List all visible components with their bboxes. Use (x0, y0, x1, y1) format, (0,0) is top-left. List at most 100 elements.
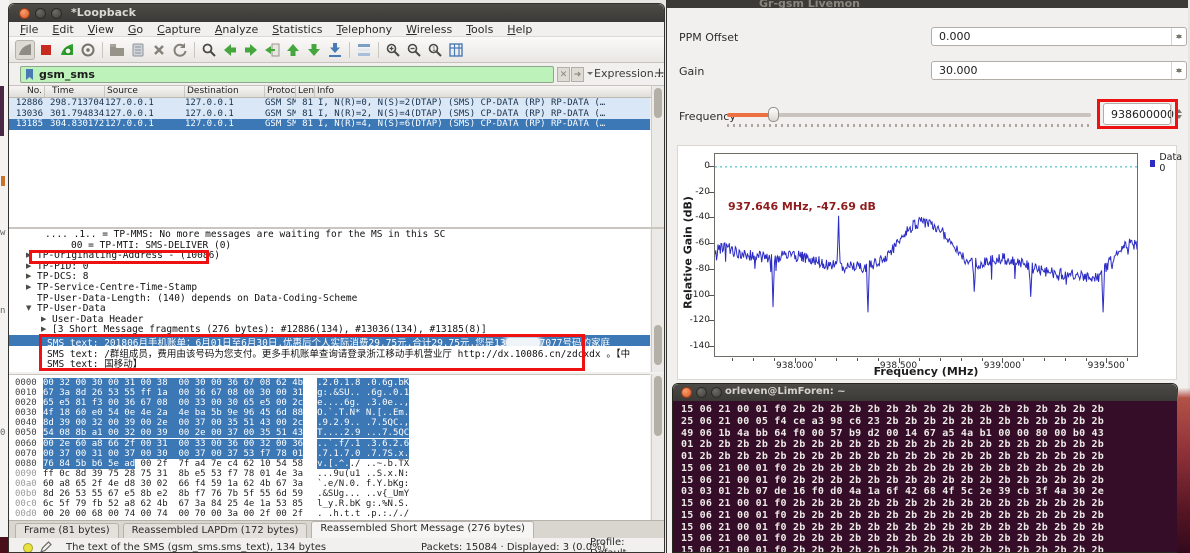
collapse-arrow-icon[interactable]: ▼ (26, 304, 31, 312)
details-scrollbar[interactable] (651, 229, 664, 372)
expert-info-icon[interactable] (23, 542, 33, 552)
hex-row[interactable]: 0070 00 37 00 31 00 37 00 30 00 37 00 37 … (9, 448, 650, 459)
menu-tools[interactable]: Tools (459, 23, 500, 36)
filter-add-button[interactable]: + (654, 66, 664, 81)
status-profile[interactable]: Profile: Default (590, 537, 664, 553)
maximize-button[interactable] (51, 8, 62, 19)
ppm-offset-spin-arrows[interactable] (1171, 28, 1186, 45)
filter-apply-button[interactable]: ➜ (571, 67, 584, 82)
filter-history-dropdown[interactable] (587, 72, 593, 78)
hex-row[interactable]: 00c0 6c 5f 79 fb 52 a8 62 4b 67 3a 84 25 … (9, 499, 650, 509)
byte-view-tab[interactable]: Reassembled LAPDm (172 bytes) (122, 523, 308, 538)
hex-row[interactable]: 0090 ff 0c 8d 39 75 28 75 31 8b e5 53 f7 … (9, 469, 650, 479)
capture-start-icon[interactable] (15, 39, 35, 60)
menu-capture[interactable]: Capture (150, 23, 208, 36)
expand-arrow-icon[interactable]: ▶ (26, 251, 31, 259)
menu-view[interactable]: View (81, 23, 121, 36)
menu-edit[interactable]: Edit (45, 23, 80, 36)
detail-row[interactable]: 00 = TP-MTI: SMS-DELIVER (0) (9, 240, 650, 251)
byte-view-tab[interactable]: Frame (81 bytes) (15, 523, 119, 538)
grgsm-titlebar[interactable]: Gr-gsm Livemon (667, 0, 1188, 8)
resize-columns-icon[interactable] (446, 40, 466, 60)
close-button[interactable] (19, 8, 30, 19)
forward-icon[interactable] (241, 40, 261, 60)
display-filter-input[interactable]: gsm_sms (20, 66, 554, 83)
capture-comment-icon[interactable] (39, 541, 52, 553)
menu-analyze[interactable]: Analyze (208, 23, 265, 36)
autoscroll-icon[interactable] (325, 40, 345, 60)
hex-row[interactable]: 0050 54 08 8b a1 00 32 00 39 00 2e 00 37 … (9, 428, 650, 439)
reload-icon[interactable] (170, 40, 190, 60)
save-file-icon[interactable] (128, 40, 148, 60)
menu-wireless[interactable]: Wireless (399, 23, 459, 36)
gain-spinbox[interactable]: 30.000 (931, 61, 1187, 80)
wireshark-titlebar[interactable]: *Loopback (9, 4, 664, 22)
last-packet-icon[interactable] (304, 40, 324, 60)
menu-file[interactable]: File (13, 23, 45, 36)
terminal-close-button[interactable] (681, 387, 692, 398)
detail-row[interactable]: .... .1.. = TP-MMS: No more messages are… (9, 229, 650, 240)
detail-row[interactable]: SMS text: 201806月手机账单：6月01日至6月30日,优惠后个人实… (9, 334, 650, 349)
hex-row[interactable]: 0080 76 84 5b b6 5e ad 00 2f 7f a4 7e c4 … (9, 458, 650, 469)
column-header-dst[interactable]: Destination (185, 86, 265, 97)
hex-dump-pane[interactable]: 0000 00 32 00 30 00 31 00 38 00 30 00 36 … (9, 374, 650, 520)
terminal-minimize-button[interactable] (696, 387, 707, 398)
hex-row[interactable]: 0020 65 e5 81 f3 00 36 67 08 00 33 00 30 … (9, 398, 650, 409)
gain-spin-arrows[interactable] (1171, 62, 1186, 79)
menu-help[interactable]: Help (500, 23, 539, 36)
detail-row[interactable]: ▶ [3 Short Message fragments (276 bytes):… (9, 324, 650, 335)
packet-row[interactable]: 13036301.794834538127.0.0.1127.0.0.1GSM … (9, 108, 650, 120)
first-packet-icon[interactable] (283, 40, 303, 60)
plot-frame[interactable] (714, 153, 1138, 357)
filter-clear-button[interactable]: ✕ (557, 67, 570, 82)
frequency-slider-thumb[interactable] (768, 107, 779, 122)
frequency-spin-arrows[interactable] (1171, 103, 1185, 125)
capture-stop-icon[interactable] (36, 40, 56, 60)
detail-row[interactable]: SMS text: /群组成员，费用由该号码为您支付。更多手机账单查询请登录浙江… (9, 346, 650, 360)
close-file-icon[interactable] (149, 40, 169, 60)
menu-statistics[interactable]: Statistics (265, 23, 329, 36)
colorize-icon[interactable] (354, 40, 374, 60)
zoom-reset-icon[interactable]: 1 (425, 40, 445, 60)
ppm-offset-spinbox[interactable]: 0.000 (931, 27, 1187, 46)
byte-view-tab[interactable]: Reassembled Short Message (276 bytes) (311, 521, 534, 538)
hex-row[interactable]: 0010 67 3a 8d 26 53 55 ff 1a 00 36 67 08 … (9, 388, 650, 399)
hex-row[interactable]: 0040 8d 39 00 32 00 39 00 2e 00 37 00 35 … (9, 418, 650, 429)
frequency-slider[interactable] (727, 113, 1091, 117)
hex-row[interactable]: 00b0 8d 26 53 55 67 e5 8b e2 8b f7 76 7b … (9, 489, 650, 499)
menu-go[interactable]: Go (121, 23, 150, 36)
hex-row[interactable]: 0060 00 2e 60 a8 66 2f 00 31 00 33 00 36 … (9, 438, 650, 449)
detail-row[interactable]: ▶ TP-Service-Centre-Time-Stamp (9, 282, 650, 293)
expand-arrow-icon[interactable]: ▶ (26, 272, 31, 280)
column-header-no[interactable]: No. (9, 86, 45, 97)
find-icon[interactable] (199, 40, 219, 60)
capture-options-icon[interactable] (78, 40, 98, 60)
capture-restart-icon[interactable] (57, 40, 77, 60)
expand-arrow-icon[interactable]: ▶ (41, 315, 46, 323)
detail-row[interactable]: SMS text: 国移动】 (9, 356, 650, 370)
expand-arrow-icon[interactable]: ▶ (26, 262, 31, 270)
back-icon[interactable] (220, 40, 240, 60)
column-header-proto[interactable]: Protocol (265, 86, 296, 97)
hex-scrollbar[interactable] (651, 374, 664, 520)
detail-row[interactable]: ▶ TP-DCS: 8 (9, 271, 650, 282)
terminal-maximize-button[interactable] (711, 387, 722, 398)
hex-row[interactable]: 0000 00 32 00 30 00 31 00 38 00 30 00 36 … (9, 378, 650, 388)
goto-packet-icon[interactable] (262, 40, 282, 60)
column-header-src[interactable]: Source (105, 86, 185, 97)
column-header-info[interactable]: Info (315, 86, 664, 97)
packet-list-header[interactable]: No. TimeSourceDestinationProtocolLengthIn… (9, 86, 664, 98)
terminal-output[interactable]: 15 06 21 00 01 f0 2b 2b 2b 2b 2b 2b 2b 2… (673, 401, 1177, 552)
expand-arrow-icon[interactable]: ▶ (26, 283, 31, 291)
detail-row[interactable]: ▶ TP-Originating-Address - (10086) (9, 250, 650, 261)
packet-list-scrollbar[interactable] (651, 86, 664, 227)
packet-row[interactable]: 12886298.713704133127.0.0.1127.0.0.1GSM … (9, 98, 650, 109)
terminal-titlebar[interactable]: orleven@LimForen: ~ (673, 384, 1177, 401)
detail-row[interactable]: ▶ TP-PID: 0 (9, 261, 650, 272)
packet-row[interactable]: 13185304.830172728127.0.0.1127.0.0.1GSM … (9, 119, 650, 130)
open-file-icon[interactable] (107, 40, 127, 60)
hex-row[interactable]: 00a0 60 a8 65 2f 4e d8 30 02 66 f4 59 1a … (9, 479, 650, 489)
menu-telephony[interactable]: Telephony (330, 23, 400, 36)
zoom-in-icon[interactable] (383, 40, 403, 60)
frequency-spinbox[interactable]: 938600000 (1103, 103, 1174, 125)
